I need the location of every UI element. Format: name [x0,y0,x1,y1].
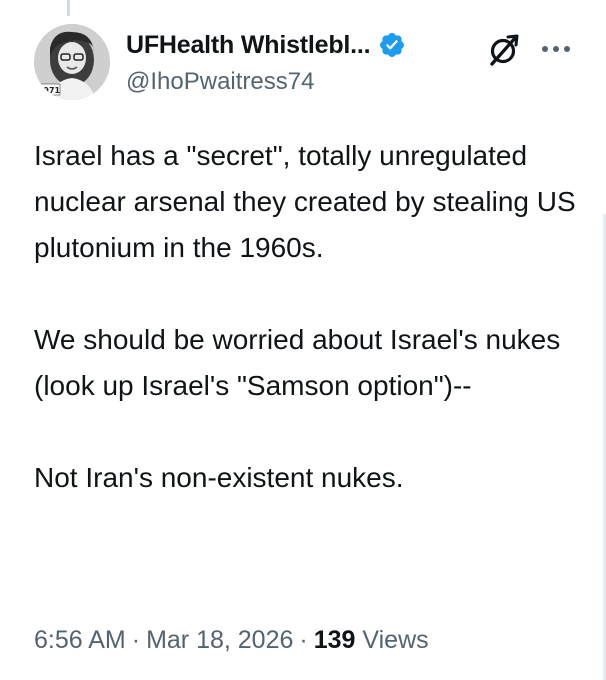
views-count: 139 [313,626,356,654]
more-options-icon [542,46,570,52]
tweet-date[interactable]: Mar 18, 2026 [146,626,293,654]
separator-dot: · [131,626,141,654]
tweet-header: 1971 UFHealth Whistlebl... @IhoPwaitress… [34,24,582,104]
avatar-photo: 1971 [34,24,110,100]
author-handle[interactable]: @IhoPwaitress74 [126,68,406,96]
thread-connector-line [67,0,70,16]
author-display-name[interactable]: UFHealth Whistlebl... [126,31,371,60]
avatar[interactable]: 1971 [34,24,110,100]
tweet-body: Israel has a "secret", totally unregulat… [34,133,584,501]
avatar-year-label: 1971 [38,86,61,95]
verified-badge-icon[interactable] [378,31,406,59]
views-label: Views [362,626,429,654]
tweet-time[interactable]: 6:56 AM [34,626,126,654]
tweet-metadata: 6:56 AM · Mar 18, 2026 · 139 Views [34,626,429,655]
grok-icon [490,34,519,66]
grok-button[interactable] [486,32,522,68]
name-row: UFHealth Whistlebl... [126,30,406,60]
separator-dot: · [299,626,308,654]
author-info: UFHealth Whistlebl... @IhoPwaitress74 [126,30,406,96]
tweet-paragraph: We should be worried about Israel's nuke… [34,324,561,401]
more-options-button[interactable] [538,34,574,64]
tweet-paragraph: Not Iran's non-existent nukes. [34,462,404,493]
tweet-paragraph: Israel has a "secret", totally unregulat… [34,140,576,263]
